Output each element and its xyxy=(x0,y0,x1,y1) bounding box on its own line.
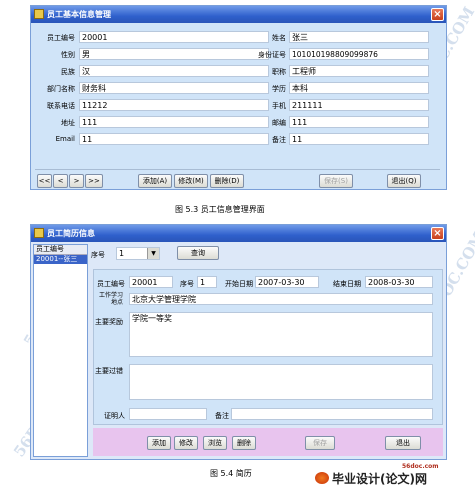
label-start-date: 开始日期 xyxy=(225,280,253,288)
employee-basic-info-window: 员工基本信息管理 × 员工编号 20001 姓名 张三 性别 男 身份证号 10… xyxy=(30,5,447,190)
label-emp-id: 员工编号 xyxy=(47,34,75,42)
list-header: 员工编号 xyxy=(34,245,87,255)
save-button[interactable]: 保存 xyxy=(305,436,335,450)
brand-name: 毕业设计(论文)网 xyxy=(332,472,427,486)
department-field[interactable]: 财务科 xyxy=(79,82,269,94)
window-title: 员工基本信息管理 xyxy=(47,10,111,19)
postcode-field[interactable]: 111 xyxy=(289,116,429,128)
label-witness: 证明人 xyxy=(104,412,125,420)
form-panel: 员工编号 20001 姓名 张三 性别 男 身份证号 1010101988090… xyxy=(31,23,446,189)
prev-record-button[interactable]: < xyxy=(53,174,68,188)
edit-button[interactable]: 修改 xyxy=(174,436,198,450)
save-button[interactable]: 保存(S) xyxy=(319,174,353,188)
label-end-date: 结束日期 xyxy=(333,280,361,288)
label-name: 姓名 xyxy=(272,34,286,42)
app-icon xyxy=(34,9,44,19)
brand-site: 56doc.com xyxy=(402,463,439,470)
label-mobile: 手机 xyxy=(272,102,286,110)
add-button[interactable]: 添加 xyxy=(147,436,171,450)
edit-button[interactable]: 修改(M) xyxy=(174,174,208,188)
chevron-down-icon[interactable]: ▼ xyxy=(147,248,159,259)
window-titlebar[interactable]: 员工简历信息 × xyxy=(31,225,446,242)
seq-select[interactable]: 1 ▼ xyxy=(116,247,160,260)
ethnicity-field[interactable]: 汉 xyxy=(79,65,269,77)
emp-id-field[interactable]: 20001 xyxy=(129,276,173,288)
mobile-field[interactable]: 211111 xyxy=(289,99,429,111)
remark-field[interactable] xyxy=(231,408,433,420)
remark-field[interactable]: 11 xyxy=(289,133,429,145)
exit-button[interactable]: 退出 xyxy=(385,436,421,450)
exit-button[interactable]: 退出(Q) xyxy=(387,174,421,188)
phone-field[interactable]: 11212 xyxy=(79,99,269,111)
label-seq: 序号 xyxy=(180,280,194,288)
label-id-card: 身份证号 xyxy=(258,51,286,59)
figure-caption-1: 图 5.3 员工信息管理界面 xyxy=(175,205,265,214)
label-address: 地址 xyxy=(61,119,75,127)
job-title-field[interactable]: 工程师 xyxy=(289,65,429,77)
label-postcode: 邮编 xyxy=(272,119,286,127)
end-date-field[interactable]: 2008-03-30 xyxy=(365,276,433,288)
label-gender: 性别 xyxy=(61,51,75,59)
next-record-button[interactable]: > xyxy=(69,174,84,188)
address-field[interactable]: 111 xyxy=(79,116,269,128)
label-ethnicity: 民族 xyxy=(61,68,75,76)
witness-field[interactable] xyxy=(129,408,207,420)
delete-button[interactable]: 删除(D) xyxy=(210,174,244,188)
email-field[interactable]: 11 xyxy=(79,133,269,145)
add-button[interactable]: 添加(A) xyxy=(138,174,172,188)
label-emp-id: 员工编号 xyxy=(97,280,125,288)
start-date-field[interactable]: 2007-03-30 xyxy=(255,276,319,288)
seq-field[interactable]: 1 xyxy=(197,276,217,288)
seq-search-label: 序号 xyxy=(91,251,105,259)
label-department: 部门名称 xyxy=(47,85,75,93)
award-field[interactable]: 学院一等奖 xyxy=(129,312,433,357)
label-remark: 备注 xyxy=(215,412,229,420)
close-icon[interactable]: × xyxy=(431,8,444,21)
name-field[interactable]: 张三 xyxy=(289,31,429,43)
label-title: 职称 xyxy=(272,68,286,76)
label-fault: 主要过错 xyxy=(95,367,123,375)
browse-button[interactable]: 浏览 xyxy=(203,436,227,450)
workplace-field[interactable]: 北京大学管理学院 xyxy=(129,293,433,305)
label-workplace: 工作学习地点 xyxy=(99,292,124,306)
gender-field[interactable]: 男 xyxy=(79,48,269,60)
label-remark: 备注 xyxy=(272,136,286,144)
list-item[interactable]: 20001--张三 xyxy=(34,255,87,264)
employee-list[interactable]: 员工编号 20001--张三 xyxy=(33,244,88,457)
employee-resume-window: 员工简历信息 × 员工编号 20001--张三 序号 1 ▼ 查询 员工编号 2… xyxy=(30,224,447,460)
delete-button[interactable]: 删除 xyxy=(232,436,256,450)
emp-id-field[interactable]: 20001 xyxy=(79,31,269,43)
label-education: 学历 xyxy=(272,85,286,93)
first-record-button[interactable]: << xyxy=(37,174,52,188)
query-button[interactable]: 查询 xyxy=(177,246,219,260)
label-phone: 联系电话 xyxy=(47,102,75,110)
figure-caption-2: 图 5.4 简历 xyxy=(210,469,252,478)
education-field[interactable]: 本科 xyxy=(289,82,429,94)
app-icon xyxy=(34,228,44,238)
seq-select-value: 1 xyxy=(119,249,125,258)
last-record-button[interactable]: >> xyxy=(85,174,103,188)
close-icon[interactable]: × xyxy=(431,227,444,240)
id-card-field[interactable]: 101010198809099876 xyxy=(289,48,429,60)
fault-field[interactable] xyxy=(129,364,433,400)
window-title: 员工简历信息 xyxy=(47,229,95,238)
window-titlebar[interactable]: 员工基本信息管理 × xyxy=(31,6,446,23)
brand-logo-icon xyxy=(315,472,329,484)
label-award: 主要奖励 xyxy=(95,318,123,326)
label-email: Email xyxy=(55,135,75,143)
